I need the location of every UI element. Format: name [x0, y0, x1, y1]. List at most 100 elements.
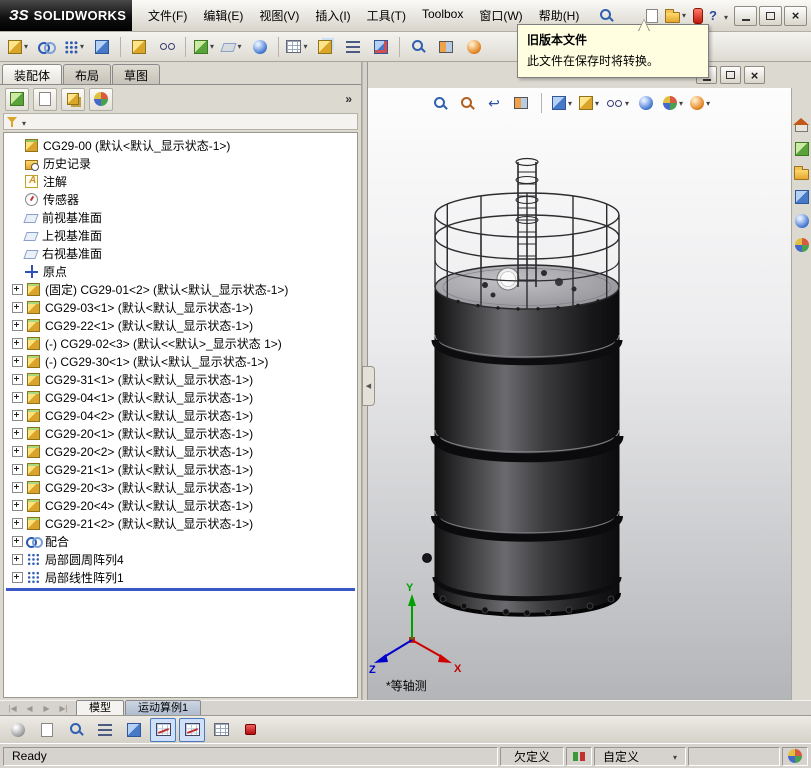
show-hidden-components-button[interactable]	[154, 34, 180, 60]
help-icon[interactable]	[709, 8, 717, 23]
tab-motion-study[interactable]: 运动算例1	[125, 700, 201, 715]
tree-item-component[interactable]: CG29-20<4> (默认<默认_显示状态-1>)	[4, 496, 357, 514]
view-palette-icon[interactable]	[795, 190, 809, 204]
tree-item-component[interactable]: CG29-03<1> (默认<默认_显示状态-1>)	[4, 298, 357, 316]
tree-filter-bar[interactable]	[3, 113, 358, 130]
expand-plus-icon[interactable]	[12, 410, 23, 421]
expand-plus-icon[interactable]	[12, 284, 23, 295]
close-button[interactable]	[784, 6, 807, 26]
expand-plus-icon[interactable]	[12, 554, 23, 565]
doc-restore-button[interactable]	[720, 66, 741, 84]
new-motion-study-button[interactable]	[247, 34, 273, 60]
tree-item-history[interactable]: 历史记录	[4, 154, 357, 172]
home-icon[interactable]	[795, 124, 808, 132]
list-button[interactable]	[92, 718, 118, 742]
tree-item-component[interactable]: CG29-31<1> (默认<默认_显示状态-1>)	[4, 370, 357, 388]
custom-toolbar-selector[interactable]: 自定义	[594, 747, 686, 766]
table-button[interactable]	[208, 718, 234, 742]
expand-plus-icon[interactable]	[12, 518, 23, 529]
expand-plus-icon[interactable]	[12, 446, 23, 457]
tree-item-origin[interactable]: 原点	[4, 262, 357, 280]
feature-tree-tab-button[interactable]	[5, 88, 29, 111]
menu-edit[interactable]: 编辑(E)	[195, 3, 251, 28]
rollback-bar[interactable]	[6, 588, 355, 591]
appearance-button[interactable]	[461, 34, 487, 60]
filter-dropdown-icon[interactable]	[21, 115, 26, 129]
expand-plus-icon[interactable]	[12, 338, 23, 349]
tree-item-linear-pattern[interactable]: 局部线性阵列1	[4, 568, 357, 586]
first-study-icon[interactable]	[5, 704, 20, 713]
hide-show-items-button[interactable]	[606, 93, 629, 113]
component-pattern-button[interactable]	[61, 34, 87, 60]
tree-item-component[interactable]: CG29-21<1> (默认<默认_显示状态-1>)	[4, 460, 357, 478]
tree-item-circular-pattern[interactable]: 局部圆周阵列4	[4, 550, 357, 568]
menu-file[interactable]: 文件(F)	[140, 3, 195, 28]
bill-of-materials-button[interactable]	[284, 34, 310, 60]
menu-tools[interactable]: 工具(T)	[359, 3, 414, 28]
expand-plus-icon[interactable]	[12, 392, 23, 403]
solidworks-rx-icon[interactable]	[693, 8, 703, 24]
record-button[interactable]	[237, 718, 263, 742]
expand-plus-icon[interactable]	[12, 374, 23, 385]
expand-plus-icon[interactable]	[12, 536, 23, 547]
tree-item-component[interactable]: CG29-20<3> (默认<默认_显示状态-1>)	[4, 478, 357, 496]
panel-overflow-chevron-icon[interactable]	[341, 92, 356, 106]
expand-plus-icon[interactable]	[12, 464, 23, 475]
expand-plus-icon[interactable]	[12, 572, 23, 583]
tree-item-front-plane[interactable]: 前视基准面	[4, 208, 357, 226]
tank-model-canvas[interactable]: Y X Z	[368, 88, 811, 700]
smart-fasteners-button[interactable]	[89, 34, 115, 60]
shaded-sphere-button[interactable]	[5, 718, 31, 742]
tree-item-component[interactable]: CG29-20<1> (默认<默认_显示状态-1>)	[4, 424, 357, 442]
apply-scene-button[interactable]	[663, 93, 683, 113]
tree-item-top-plane[interactable]: 上视基准面	[4, 226, 357, 244]
model-viewport[interactable]: Y X Z *等轴测	[368, 88, 811, 700]
tree-item-component[interactable]: CG29-22<1> (默认<默认_显示状态-1>)	[4, 316, 357, 334]
appearances-ball-icon[interactable]	[795, 214, 809, 228]
tank-body[interactable]	[423, 287, 620, 616]
previous-study-icon[interactable]	[22, 704, 37, 713]
insert-component-button[interactable]	[5, 34, 31, 60]
move-component-button[interactable]	[126, 34, 152, 60]
tree-root-item[interactable]: CG29-00 (默认<默认_显示状态-1>)	[4, 136, 357, 154]
status-help-cell[interactable]	[782, 747, 808, 766]
interference-detection-button[interactable]	[368, 34, 394, 60]
search-icon[interactable]	[599, 8, 614, 23]
last-study-icon[interactable]	[56, 704, 71, 713]
minimize-button[interactable]	[734, 6, 757, 26]
property-manager-tab-button[interactable]	[33, 88, 57, 111]
tab-assembly[interactable]: 装配体	[2, 64, 62, 84]
tree-item-component[interactable]: (固定) CG29-01<2> (默认<默认_显示状态-1>)	[4, 280, 357, 298]
tree-item-annotations[interactable]: 注解	[4, 172, 357, 190]
custom-properties-icon[interactable]	[795, 238, 809, 252]
tree-item-component[interactable]: CG29-04<2> (默认<默认_显示状态-1>)	[4, 406, 357, 424]
tree-item-right-plane[interactable]: 右视基准面	[4, 244, 357, 262]
menu-toolbox[interactable]: Toolbox	[414, 3, 471, 28]
configuration-manager-tab-button[interactable]	[61, 88, 85, 111]
expand-plus-icon[interactable]	[12, 320, 23, 331]
expand-plus-icon[interactable]	[12, 302, 23, 313]
view-settings-button[interactable]	[690, 93, 710, 113]
tree-item-component[interactable]: CG29-04<1> (默认<默认_显示状态-1>)	[4, 388, 357, 406]
zoom-fit-button[interactable]	[430, 93, 450, 113]
menu-view[interactable]: 视图(V)	[251, 3, 307, 28]
menu-insert[interactable]: 插入(I)	[307, 3, 358, 28]
expand-plus-icon[interactable]	[12, 500, 23, 511]
split-window-button[interactable]	[121, 718, 147, 742]
panel-collapse-handle[interactable]	[362, 366, 375, 406]
mate-button[interactable]	[33, 34, 59, 60]
tab-sketch[interactable]: 草图	[112, 64, 160, 84]
edit-appearance-button[interactable]	[636, 93, 656, 113]
next-study-icon[interactable]	[39, 704, 54, 713]
motion-grid-button[interactable]	[179, 718, 205, 742]
tree-item-mates[interactable]: 配合	[4, 532, 357, 550]
expand-plus-icon[interactable]	[12, 428, 23, 439]
assembly-features-button[interactable]	[191, 34, 217, 60]
tree-item-component[interactable]: CG29-21<2> (默认<默认_显示状态-1>)	[4, 514, 357, 532]
file-explorer-folder-icon[interactable]	[794, 169, 809, 180]
section-button[interactable]	[433, 34, 459, 60]
section-view-button[interactable]	[511, 93, 531, 113]
tree-item-sensors[interactable]: 传感器	[4, 190, 357, 208]
reference-geometry-button[interactable]	[219, 34, 245, 60]
expand-plus-icon[interactable]	[12, 482, 23, 493]
